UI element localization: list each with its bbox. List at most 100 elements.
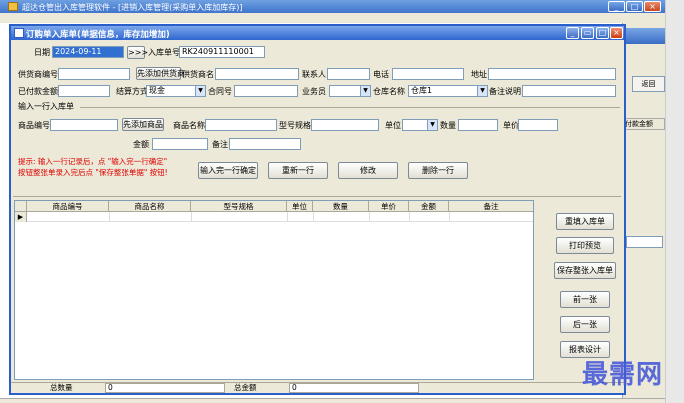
warehouse-select[interactable]: 仓库1 ▼: [408, 85, 488, 97]
dialog-icon: [14, 28, 24, 38]
warehouse-label: 仓库名称: [373, 87, 405, 96]
next-record-button[interactable]: 后一张: [560, 316, 610, 333]
unit-select[interactable]: ▼: [402, 119, 438, 131]
product-code-label: 商品编号: [18, 121, 50, 130]
dialog-maximize-icon[interactable]: □: [596, 27, 609, 39]
grid-cell-divider: [191, 212, 192, 222]
total-amount-value: 0: [289, 383, 419, 393]
remark-label: 备注说明: [489, 87, 521, 96]
dialog-close-icon[interactable]: ×: [610, 27, 623, 39]
chevron-down-icon[interactable]: ▼: [195, 86, 205, 96]
hint-line-2: 按钮整张单录入完后点 "保存整张单据" 按钮!: [18, 168, 168, 177]
salesman-select[interactable]: ▼: [329, 85, 371, 97]
note-label: 备注: [212, 140, 228, 149]
items-grid[interactable]: [14, 200, 534, 380]
dialog-title: 订购单入库单(单据信息，库存加增加): [26, 30, 170, 40]
total-qty-label: 总数量: [50, 383, 73, 392]
model-input[interactable]: [311, 119, 379, 131]
main-maximize-icon[interactable]: □: [626, 1, 643, 12]
grid-cell-divider: [313, 212, 314, 222]
settle-method-value: 现金: [149, 86, 165, 95]
grid-header-note[interactable]: 备注: [449, 201, 533, 212]
grid-cell-divider: [109, 212, 110, 222]
grid-top-divider: [13, 196, 621, 197]
new-row-button[interactable]: 重新一行: [268, 162, 328, 179]
contract-label: 合同号: [208, 87, 232, 96]
dialog-restore-icon[interactable]: ▭: [581, 27, 594, 39]
qty-label: 数量: [440, 121, 456, 130]
address-label: 地址: [471, 70, 487, 79]
unit-label: 单位: [385, 121, 401, 130]
grid-cell-divider: [287, 212, 288, 222]
add-product-button[interactable]: 先添加商品: [122, 118, 164, 131]
grid-header-product-code[interactable]: 商品编号: [27, 201, 109, 212]
grid-header-unit[interactable]: 单位: [287, 201, 313, 212]
phone-input[interactable]: [392, 68, 464, 80]
paid-amount-label: 已付款金额: [18, 87, 58, 96]
qty-input[interactable]: [458, 119, 498, 131]
paid-amount-column-header: 付款金额: [622, 118, 665, 130]
contact-label: 联系人: [302, 70, 326, 79]
dialog-minimize-icon[interactable]: _: [566, 27, 579, 39]
settle-method-select[interactable]: 现金 ▼: [146, 85, 206, 97]
remark-input[interactable]: [522, 85, 616, 97]
model-label: 型号规格: [279, 121, 311, 130]
chevron-down-icon[interactable]: ▼: [477, 86, 487, 96]
confirm-row-button[interactable]: 输入完一行确定: [198, 162, 258, 179]
doc-no-label: 入库单号: [148, 48, 180, 57]
date-label: 日期: [34, 48, 50, 57]
grid-cell-divider: [449, 212, 450, 222]
total-amount-label: 总金额: [234, 383, 257, 392]
main-minimize-icon[interactable]: _: [608, 1, 625, 12]
contact-input[interactable]: [327, 68, 370, 80]
save-all-button[interactable]: 保存整张入库单: [554, 262, 616, 279]
supplier-name-input[interactable]: [215, 68, 299, 80]
hint-line-1: 提示: 输入一行记录后，点 "输入完一行确定": [18, 157, 168, 166]
product-code-input[interactable]: [50, 119, 118, 131]
amount-label: 金额: [133, 140, 149, 149]
refill-button[interactable]: 重填入库单: [556, 213, 614, 230]
section-divider: [80, 107, 620, 108]
child-window-titlebar: [622, 28, 665, 44]
vertical-scrollbar[interactable]: [665, 0, 684, 403]
phone-label: 电话: [373, 70, 389, 79]
watermark-logo: 最需网: [582, 360, 664, 390]
date-picker-button[interactable]: >>>: [127, 46, 148, 59]
main-close-icon[interactable]: ×: [644, 1, 661, 12]
grid-header-model[interactable]: 型号规格: [191, 201, 287, 212]
grid-header-price[interactable]: 单价: [369, 201, 409, 212]
edit-button[interactable]: 修改: [338, 162, 398, 179]
section-label: 输入一行入库单: [18, 102, 74, 111]
prev-record-button[interactable]: 前一张: [560, 291, 610, 308]
doc-no-input[interactable]: RK240911110001: [179, 46, 265, 58]
background-field: [626, 236, 663, 248]
salesman-label: 业务员: [302, 87, 326, 96]
chevron-down-icon[interactable]: ▼: [427, 120, 437, 130]
total-qty-value: 0: [105, 383, 225, 393]
main-statusbar: [0, 398, 665, 403]
add-supplier-button[interactable]: 先添加供货商: [136, 67, 185, 80]
print-preview-button[interactable]: 打印预览: [556, 237, 614, 254]
table-row[interactable]: [15, 212, 533, 222]
date-input[interactable]: 2024-09-11: [52, 46, 124, 58]
supplier-code-input[interactable]: [58, 68, 130, 80]
return-button[interactable]: 返回: [632, 76, 665, 92]
grid-cell-divider: [409, 212, 410, 222]
main-menubar: [0, 13, 665, 23]
chevron-down-icon[interactable]: ▼: [360, 86, 370, 96]
amount-input[interactable]: [152, 138, 208, 150]
grid-cell-divider: [369, 212, 370, 222]
supplier-code-label: 供货商编号: [18, 70, 58, 79]
grid-header-product-name[interactable]: 商品名称: [109, 201, 191, 212]
note-input[interactable]: [229, 138, 301, 150]
product-name-input[interactable]: [205, 119, 277, 131]
address-input[interactable]: [488, 68, 616, 80]
grid-header-amount[interactable]: 金额: [409, 201, 449, 212]
product-name-label: 商品名称: [173, 121, 205, 130]
contract-input[interactable]: [234, 85, 298, 97]
grid-header-qty[interactable]: 数量: [313, 201, 369, 212]
delete-row-button[interactable]: 删除一行: [408, 162, 468, 179]
paid-amount-input[interactable]: [58, 85, 110, 97]
price-input[interactable]: [518, 119, 558, 131]
grid-header-indicator: [15, 201, 27, 212]
